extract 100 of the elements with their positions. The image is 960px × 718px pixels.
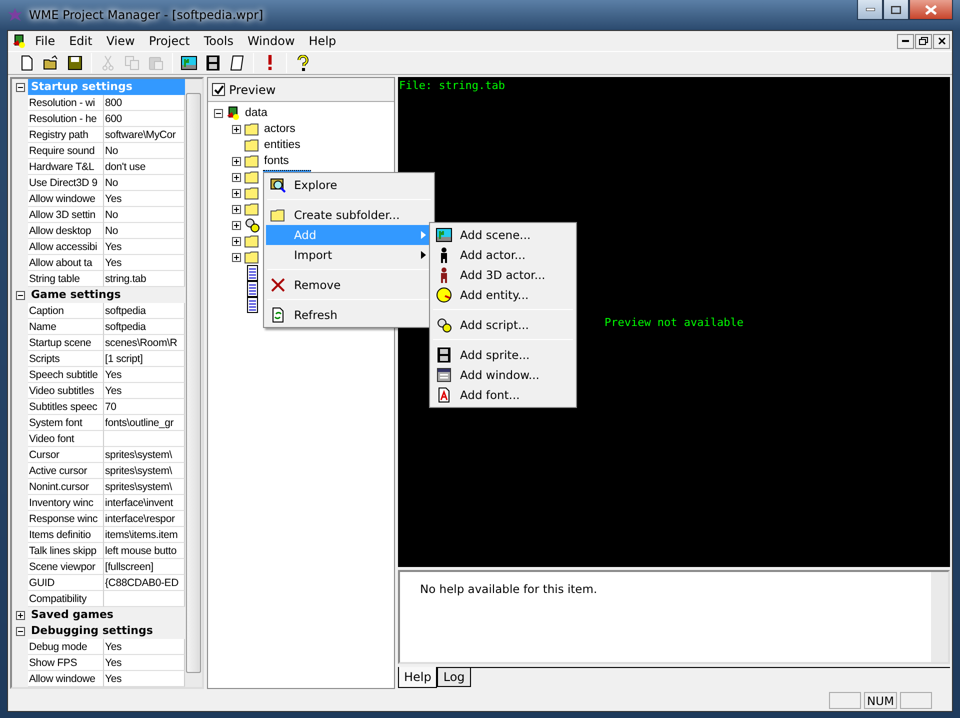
scene-icon: [181, 55, 197, 71]
collapse-icon[interactable]: [16, 626, 24, 636]
property-name: Video font: [28, 431, 104, 447]
tab[interactable]: Help: [398, 667, 438, 688]
menu-item[interactable]: Window: [240, 34, 302, 48]
close-button[interactable]: [933, 34, 950, 48]
minimize-button[interactable]: [897, 34, 914, 48]
property-name: Items definitio: [28, 527, 104, 543]
menu-item[interactable]: Add font...: [432, 385, 574, 405]
status-pane: [900, 692, 932, 709]
expand-icon[interactable]: [232, 204, 241, 214]
document-icon: [244, 281, 260, 297]
menu-item[interactable]: Add entity...: [432, 285, 574, 305]
film-strip-icon: [436, 347, 452, 363]
maximize-button[interactable]: [883, 0, 909, 20]
property-name: Cursor: [28, 447, 104, 463]
expand-icon[interactable]: [232, 172, 241, 182]
expand-icon[interactable]: [16, 610, 24, 620]
folder-icon: [244, 249, 260, 265]
status-pane: NUM: [864, 692, 897, 709]
menu-item[interactable]: Import: [266, 245, 432, 265]
menu-item[interactable]: Project: [142, 34, 197, 48]
magnifier-icon: [270, 177, 286, 193]
property-name: Name: [28, 319, 104, 335]
help-question-icon: [295, 55, 311, 71]
menu-item[interactable]: View: [99, 34, 142, 48]
section-header[interactable]: Game settings: [28, 287, 185, 303]
collapse-icon[interactable]: [16, 82, 24, 92]
menu-item[interactable]: Create subfolder...: [266, 205, 432, 225]
tree-item[interactable]: entities: [263, 139, 302, 151]
checkmark-icon: [214, 84, 224, 94]
paste-icon: [148, 55, 164, 71]
menu-item[interactable]: Refresh: [266, 305, 432, 325]
menu-item[interactable]: Help: [302, 34, 344, 48]
menu-item[interactable]: Add scene...: [432, 225, 574, 245]
close-button[interactable]: [909, 0, 953, 20]
maximize-icon: [891, 6, 901, 14]
close-icon: [925, 4, 937, 14]
property-name: Startup scene: [28, 335, 104, 351]
scrollbar[interactable]: [185, 79, 202, 687]
minimize-button[interactable]: [857, 0, 883, 20]
folder-icon: [270, 207, 286, 223]
folder-icon: [244, 137, 260, 153]
property-name: Hardware T&L: [28, 159, 104, 175]
property-name: Allow windowe: [28, 671, 104, 687]
minimize-icon: [902, 40, 909, 42]
window-title: WME Project Manager - [softpedia.wpr]: [29, 8, 264, 22]
document-icon: [244, 265, 260, 281]
font-file-icon: [436, 387, 452, 403]
project-icon: [226, 105, 242, 121]
property-name: Resolution - he: [28, 111, 104, 127]
property-name: Show FPS: [28, 655, 104, 671]
menu-item[interactable]: File: [28, 34, 62, 48]
menu-item[interactable]: Remove: [266, 275, 432, 295]
submenu-arrow-icon: [421, 251, 426, 259]
section-header[interactable]: Debugging settings: [28, 623, 185, 639]
folder-icon: [244, 153, 260, 169]
menu-item[interactable]: Edit: [62, 34, 100, 48]
preview-checkbox[interactable]: [212, 83, 225, 96]
property-name: Scene viewpor: [28, 559, 104, 575]
menu-item[interactable]: Explore: [266, 175, 432, 195]
expand-icon[interactable]: [232, 188, 241, 198]
property-name: Allow 3D settin: [28, 207, 104, 223]
scrollbar[interactable]: [931, 572, 948, 662]
menu-item[interactable]: Add window...: [432, 365, 574, 385]
menu-item[interactable]: Add actor...: [432, 245, 574, 265]
checkbox-label: Preview: [229, 82, 276, 96]
tree-item[interactable]: actors: [263, 123, 296, 135]
scissors-icon: [100, 55, 116, 71]
menu-item[interactable]: Add script...: [432, 315, 574, 335]
tree-item[interactable]: fonts: [263, 155, 290, 167]
expand-icon[interactable]: [232, 124, 241, 134]
refresh-icon: [270, 307, 286, 323]
status-pane: [829, 692, 862, 709]
property-name: Allow desktop: [28, 223, 104, 239]
property-name: Speech subtitle: [28, 367, 104, 383]
expand-icon[interactable]: [232, 220, 241, 230]
property-name: Talk lines skipp: [28, 543, 104, 559]
property-name: GUID: [28, 575, 104, 591]
restore-icon: [919, 37, 928, 45]
menu-item[interactable]: Tools: [196, 34, 240, 48]
menu-item[interactable]: Add 3D actor...: [432, 265, 574, 285]
collapse-icon[interactable]: [16, 290, 24, 300]
remove-x-icon: [270, 277, 286, 293]
collapse-icon[interactable]: [214, 108, 223, 118]
save-icon: [67, 55, 83, 71]
expand-icon[interactable]: [232, 236, 241, 246]
exclamation-icon: [268, 55, 272, 70]
file-label: File: string.tab: [399, 79, 505, 92]
new-file-icon: [19, 55, 35, 71]
tab[interactable]: Log: [437, 668, 471, 687]
property-name: Subtitles speec: [28, 399, 104, 415]
folder-icon: [244, 121, 260, 137]
restore-button[interactable]: [915, 34, 932, 48]
tree-item[interactable]: data: [245, 107, 268, 119]
expand-icon[interactable]: [232, 252, 241, 262]
section-header[interactable]: Saved games: [28, 607, 185, 623]
expand-icon[interactable]: [232, 156, 241, 166]
project-icon: [12, 33, 28, 49]
menu-item[interactable]: Add sprite...: [432, 345, 574, 365]
